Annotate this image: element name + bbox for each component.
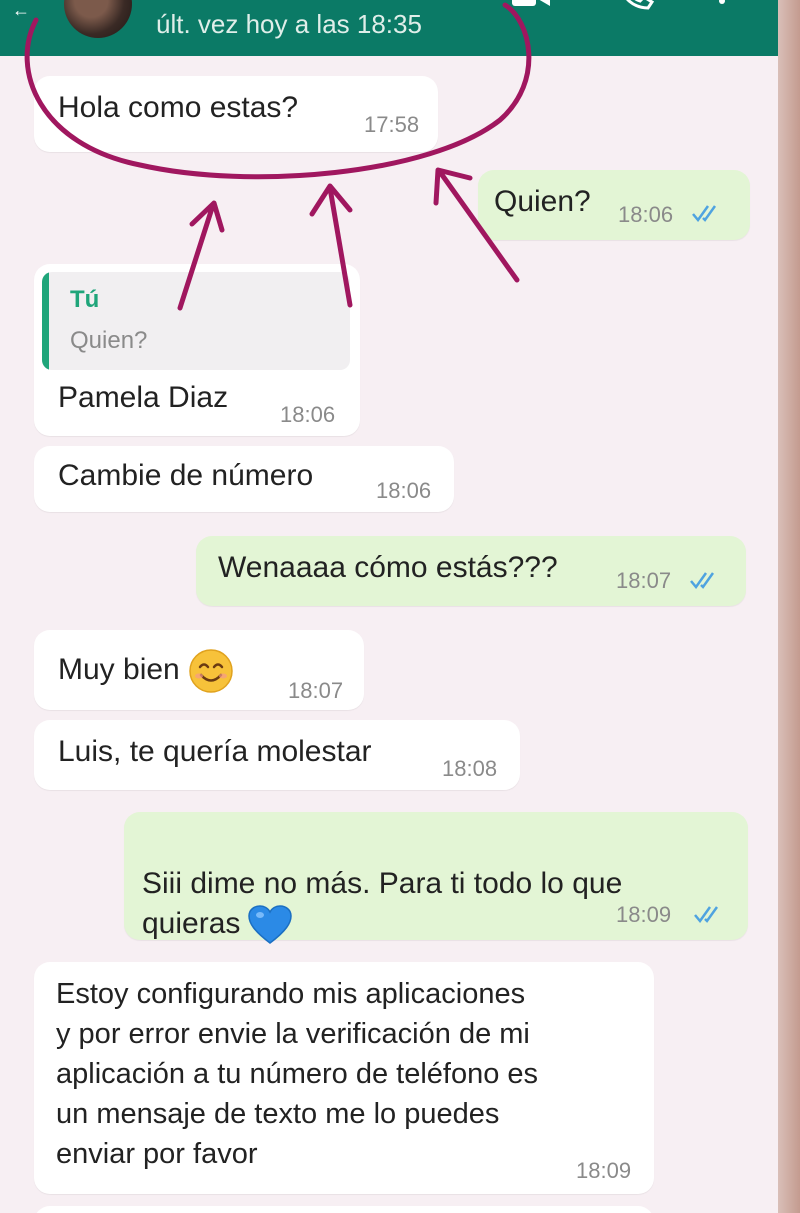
quoted-message[interactable]: Tú Quien? — [42, 272, 350, 370]
double-check-icon — [690, 572, 715, 589]
message-time: 18:07 — [616, 568, 672, 593]
message-bubble-outgoing[interactable]: Quien? 18:06 — [478, 170, 750, 240]
message-text: Pamela Diaz — [58, 381, 229, 414]
message-bubble-incoming[interactable]: Hola como estas? 17:58 — [34, 76, 438, 152]
message-bubble-incoming[interactable]: Muy bien 18:07 — [34, 630, 364, 710]
message-text: Quien? — [494, 185, 591, 218]
message-time: 18:09 — [616, 902, 672, 927]
double-check-icon — [692, 205, 717, 222]
message-time: 18:06 — [618, 202, 674, 227]
message-bubble-incoming[interactable]: Cambie de número 18:06 — [34, 446, 454, 512]
more-menu-icon[interactable] — [712, 0, 732, 10]
message-time: 18:07 — [288, 678, 344, 703]
message-text: Luis, te quería molestar — [58, 735, 372, 768]
video-call-icon[interactable] — [512, 0, 550, 10]
last-seen-status: últ. vez hoy a las 18:35 — [156, 9, 422, 39]
message-bubble-incoming[interactable]: Luis, te quería molestar 18:08 — [34, 720, 520, 790]
message-time: 18:08 — [442, 756, 498, 781]
chat-header: ← últ. vez hoy a las 18:35 — [0, 0, 778, 56]
message-text: Wenaaaa cómo estás??? — [218, 551, 558, 584]
message-text: Estoy configurando mis aplicaciones y po… — [56, 978, 539, 1170]
background-edge — [778, 0, 800, 1213]
quoted-text: Quien? — [70, 327, 148, 354]
message-text: Hola como estas? — [58, 91, 299, 124]
message-text: Muy bien — [58, 648, 234, 694]
message-time: 18:09 — [576, 1158, 632, 1183]
smiling-face-emoji — [188, 649, 233, 693]
message-time: 17:58 — [364, 112, 420, 137]
message-bubble-incoming[interactable]: Estoy configurando mis aplicaciones y po… — [34, 962, 654, 1194]
message-time: 18:06 — [376, 478, 432, 503]
message-text-content: Siii dime no más. Para ti todo lo que qu… — [142, 867, 623, 940]
message-text: Siii dime no más. Para ti todo lo que qu… — [142, 824, 622, 945]
message-text-content: Muy bien — [58, 652, 180, 686]
quote-accent-bar — [42, 272, 49, 370]
message-time: 18:06 — [280, 402, 336, 427]
blue-heart-emoji — [248, 905, 293, 945]
message-bubble-outgoing[interactable]: Wenaaaa cómo estás??? 18:07 — [196, 536, 746, 606]
message-bubble-outgoing[interactable]: Siii dime no más. Para ti todo lo que qu… — [124, 812, 748, 945]
message-bubble-partial — [34, 1206, 654, 1213]
quoted-author: Tú — [70, 286, 100, 313]
back-icon[interactable]: ← — [12, 0, 30, 21]
chat-screen: ← últ. vez hoy a las 18:35 Hola como est… — [0, 0, 778, 1213]
message-text: Cambie de número — [58, 459, 314, 492]
voice-call-icon[interactable] — [618, 0, 656, 10]
avatar[interactable] — [64, 0, 132, 38]
double-check-icon — [694, 906, 719, 923]
